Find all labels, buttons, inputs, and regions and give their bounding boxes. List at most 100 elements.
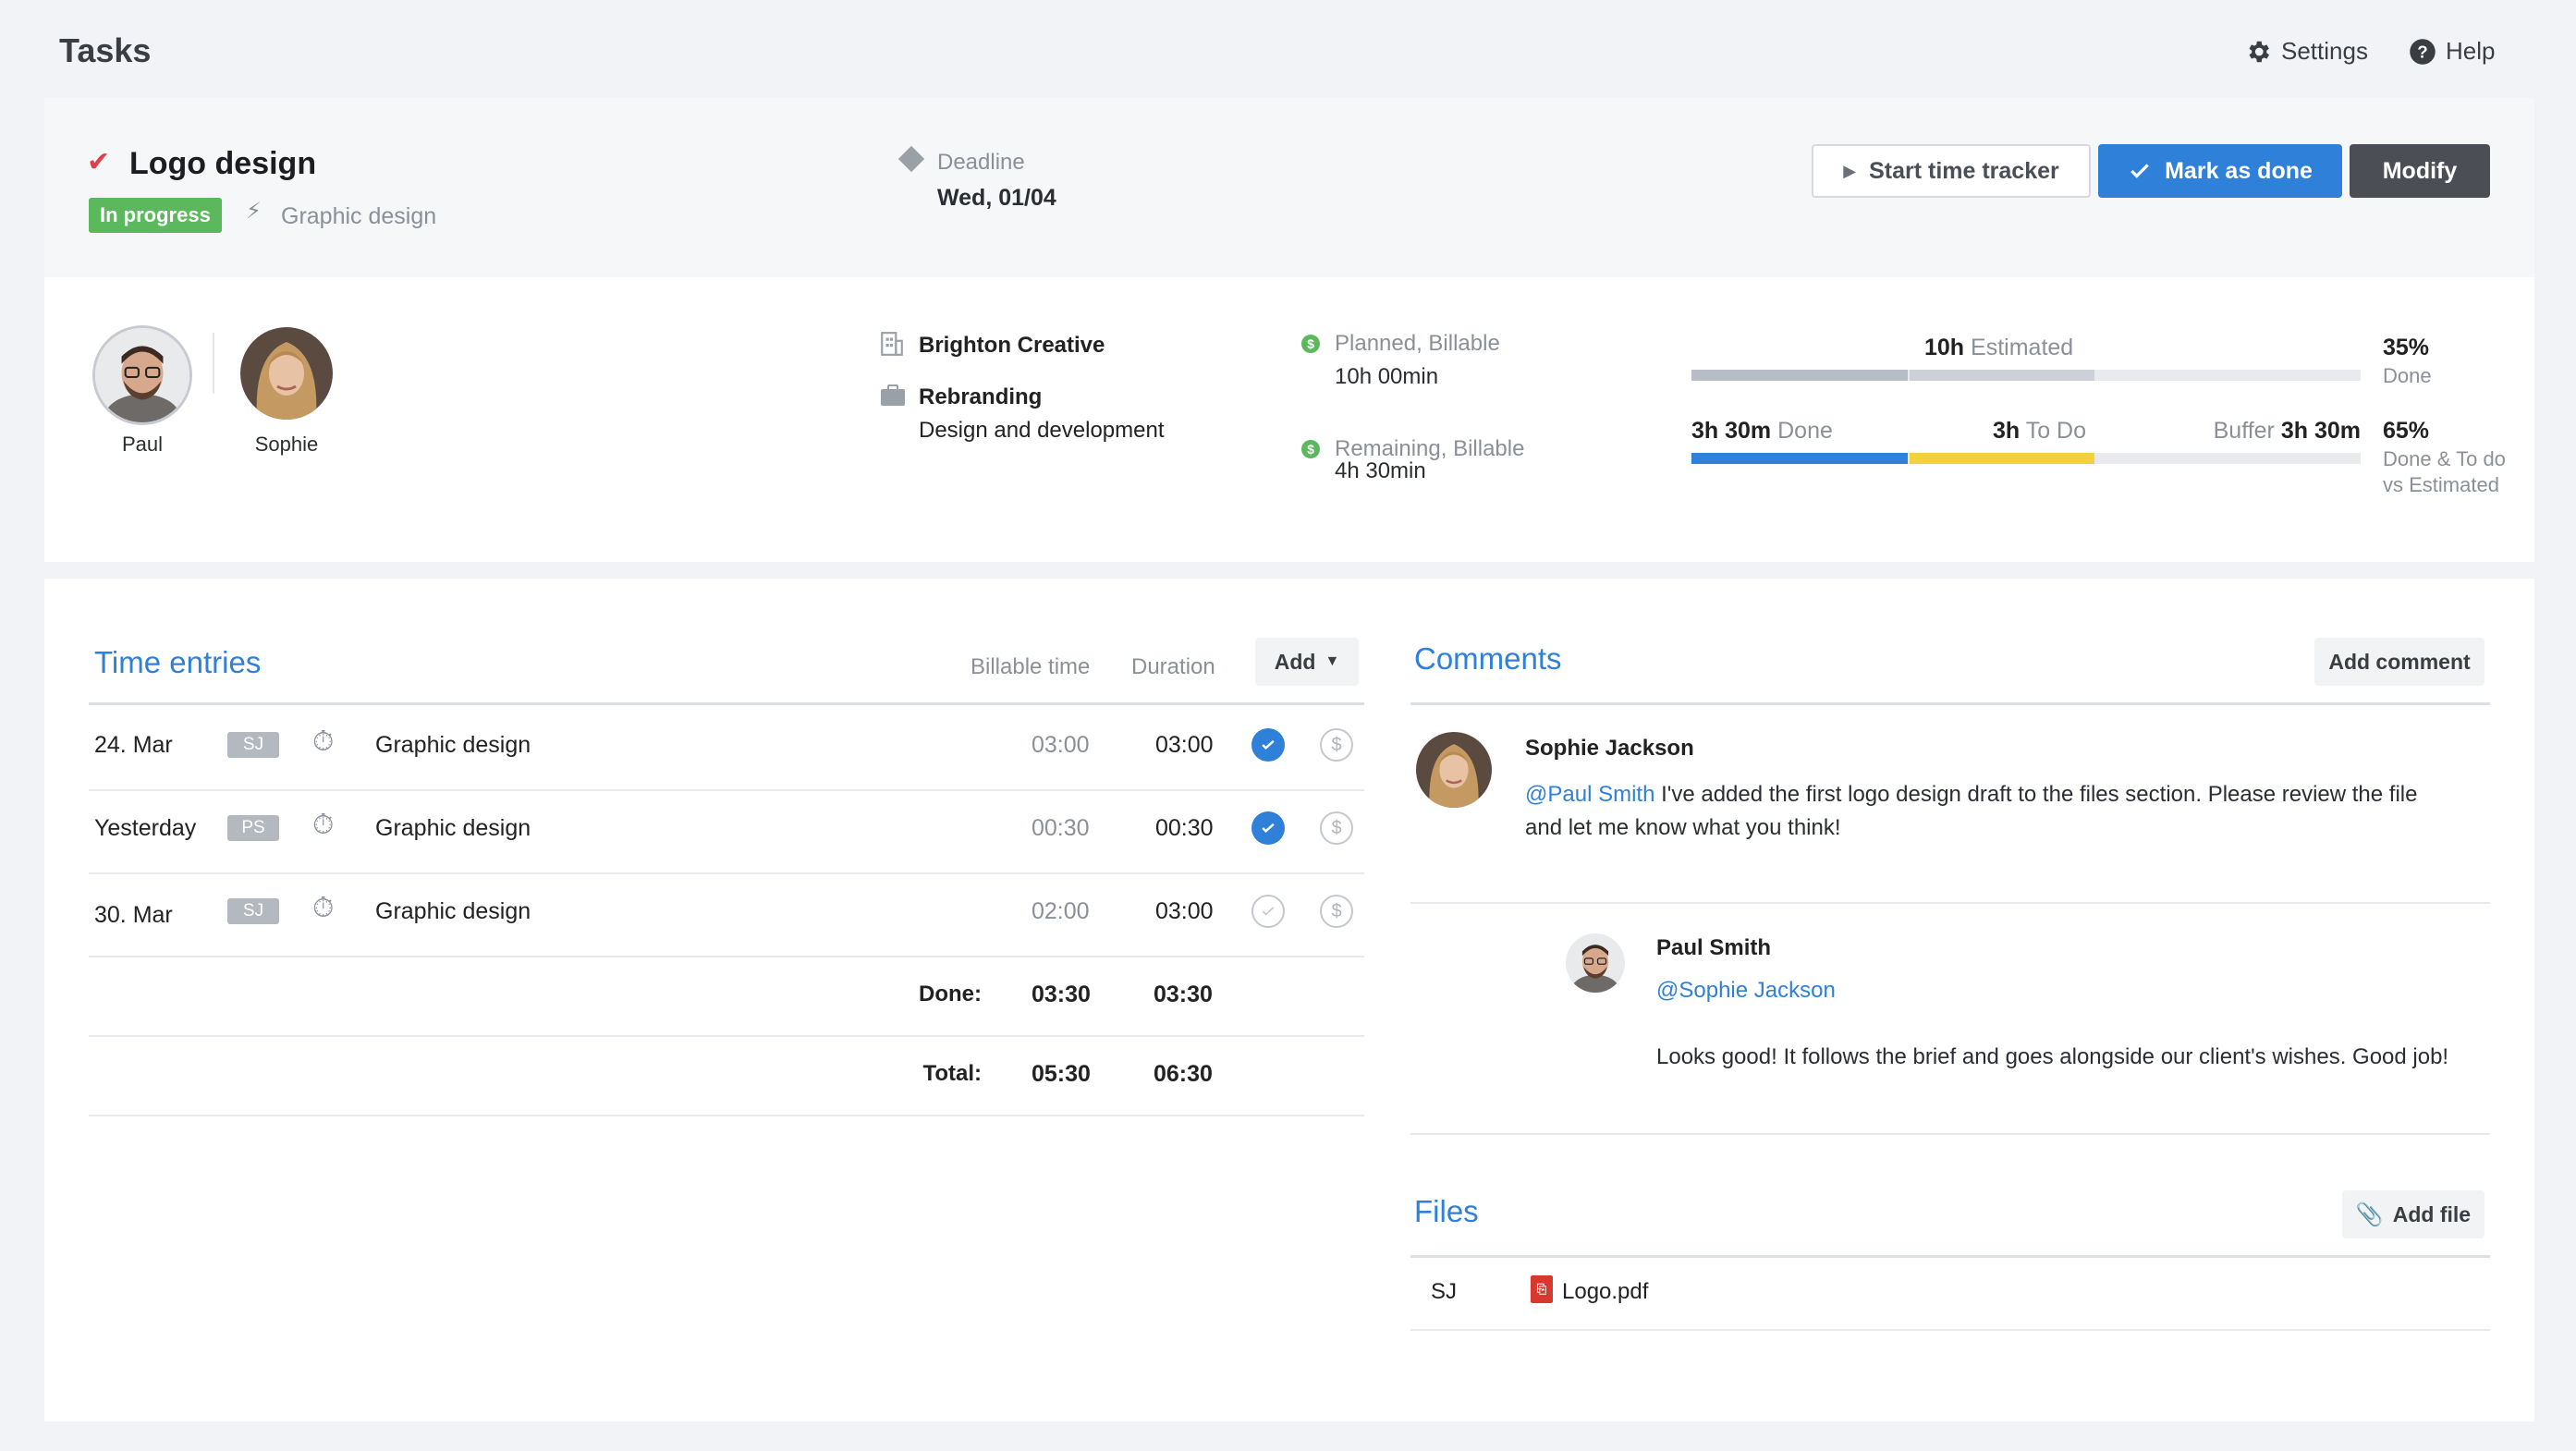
settings-link[interactable]: Settings — [2244, 37, 2368, 66]
estimated-readout: 10h Estimated — [1924, 335, 2073, 361]
diamond-icon — [897, 145, 925, 173]
divider — [89, 872, 1364, 874]
buffer-readout: Buffer 3h 30m — [2154, 418, 2361, 445]
buffer-label: Buffer — [2213, 418, 2275, 444]
entry-date: Yesterday — [94, 815, 197, 841]
col-duration: Duration — [1131, 654, 1215, 679]
entry-billable: 00:30 — [1032, 815, 1090, 841]
avatar-sophie[interactable] — [240, 327, 333, 420]
entry-task: Graphic design — [375, 732, 531, 758]
done-bar — [1691, 453, 1908, 464]
deadline-value: Wed, 01/04 — [937, 185, 1056, 211]
modify-button[interactable]: Modify — [2350, 144, 2490, 198]
person-icon — [1566, 933, 1625, 993]
avatar-paul[interactable] — [92, 325, 192, 425]
divider — [1410, 702, 2490, 705]
avatar-sophie — [1416, 732, 1492, 808]
billable-icon: $ — [1301, 440, 1320, 458]
play-icon: ▶ — [1843, 161, 1857, 180]
file-name[interactable]: Logo.pdf — [1562, 1279, 1648, 1305]
divider — [1410, 1133, 2490, 1135]
project-name[interactable]: Rebranding — [919, 384, 1042, 410]
person-icon — [95, 328, 189, 422]
done-readout: 3h 30m Done — [1691, 418, 1833, 445]
page-title: Tasks — [59, 31, 152, 69]
buffer-value: 3h 30m — [2280, 418, 2361, 444]
grand-total-label: Total: — [922, 1061, 982, 1086]
done-total-label: Done: — [919, 982, 982, 1006]
stopwatch-icon: ⏱ — [312, 726, 335, 757]
entry-duration: 00:30 — [1155, 815, 1214, 841]
client-name[interactable]: Brighton Creative — [919, 333, 1105, 359]
add-file-label: Add file — [2392, 1201, 2472, 1226]
dollar-icon[interactable]: $ — [1320, 728, 1353, 762]
modify-label: Modify — [2382, 157, 2458, 184]
start-time-tracker-button[interactable]: ▶ Start time tracker — [1812, 144, 2091, 198]
pdf-icon: ⎘ — [1531, 1275, 1553, 1303]
planned-value: 10h 00min — [1335, 364, 1439, 389]
pct-done-value: 35% — [2383, 335, 2430, 360]
col-billable: Billable time — [971, 654, 1091, 679]
comment-body: @Paul Smith I've added the first logo de… — [1525, 778, 2505, 845]
done-value: 3h 30m — [1691, 418, 1772, 444]
mark-as-done-button[interactable]: Mark as done — [2098, 144, 2342, 198]
user-tag: PS — [227, 815, 279, 841]
files-title: Files — [1414, 1194, 1479, 1228]
comment-author: Sophie Jackson — [1525, 736, 1694, 761]
task-category: Graphic design — [281, 203, 437, 229]
start-time-tracker-label: Start time tracker — [1869, 157, 2059, 184]
pct-total-label: vs Estimated — [2383, 473, 2499, 496]
task-info: Paul Sophie Brighton Creative Rebranding… — [44, 277, 2534, 562]
pct-done-label: Done — [2383, 364, 2432, 387]
building-icon — [881, 332, 903, 356]
divider — [89, 702, 1364, 705]
billed-check-icon[interactable] — [1251, 728, 1285, 762]
todo-label: To Do — [2025, 418, 2086, 444]
add-time-entry-button[interactable]: Add ▼ — [1255, 638, 1359, 686]
mention-link[interactable]: @Paul Smith — [1525, 782, 1654, 807]
stopwatch-icon: ⏱ — [312, 893, 335, 923]
task-header: ✔ Logo design In progress ⚡ Graphic desi… — [44, 98, 2534, 277]
checkmark-icon: ✔ — [87, 147, 111, 177]
add-comment-label: Add comment — [2328, 649, 2471, 674]
add-file-button[interactable]: 📎 Add file — [2342, 1190, 2484, 1238]
comment-text: Looks good! It follows the brief and goe… — [1656, 1044, 2449, 1069]
stopwatch-icon: ⏱ — [312, 810, 335, 840]
grand-billable-total: 05:30 — [1032, 1061, 1091, 1087]
entry-duration: 03:00 — [1155, 732, 1214, 758]
divider — [89, 789, 1364, 791]
status-badge: In progress — [89, 198, 222, 233]
estimated-bar-done — [1691, 370, 1908, 381]
help-label: Help — [2446, 37, 2496, 65]
add-comment-button[interactable]: Add comment — [2314, 638, 2484, 686]
divider — [1410, 1329, 2490, 1331]
user-tag: SJ — [227, 732, 279, 758]
avatar-paul — [1566, 933, 1625, 993]
done-duration-total: 03:30 — [1154, 982, 1213, 1007]
divider — [1410, 902, 2490, 904]
comments-title: Comments — [1414, 641, 1562, 676]
svg-text:?: ? — [2417, 42, 2427, 61]
planned-label: Planned, Billable — [1335, 331, 1500, 356]
dollar-icon[interactable]: $ — [1320, 811, 1353, 845]
help-link[interactable]: ? Help — [2409, 37, 2495, 66]
file-owner: SJ — [1431, 1279, 1458, 1304]
unbilled-check-icon[interactable] — [1251, 895, 1285, 928]
entry-date: 30. Mar — [94, 902, 173, 928]
divider — [213, 333, 214, 394]
billed-check-icon[interactable] — [1251, 811, 1285, 845]
pct-total-value: 65% — [2383, 418, 2430, 444]
estimated-bar-todo — [1910, 370, 2094, 381]
done-billable-total: 03:30 — [1032, 982, 1091, 1007]
task-title: Logo design — [129, 146, 317, 181]
grand-duration-total: 06:30 — [1154, 1061, 1213, 1087]
deadline-label: Deadline — [937, 150, 1025, 175]
mention-link[interactable]: @Sophie Jackson — [1656, 978, 1836, 1004]
time-entries-title: Time entries — [94, 645, 262, 679]
divider — [89, 956, 1364, 957]
assignee-name: Sophie — [254, 433, 319, 456]
dollar-icon[interactable]: $ — [1320, 895, 1353, 928]
lightning-icon: ⚡ — [246, 199, 262, 224]
comment-author: Paul Smith — [1656, 935, 1772, 960]
project-subtitle: Design and development — [919, 418, 1165, 443]
